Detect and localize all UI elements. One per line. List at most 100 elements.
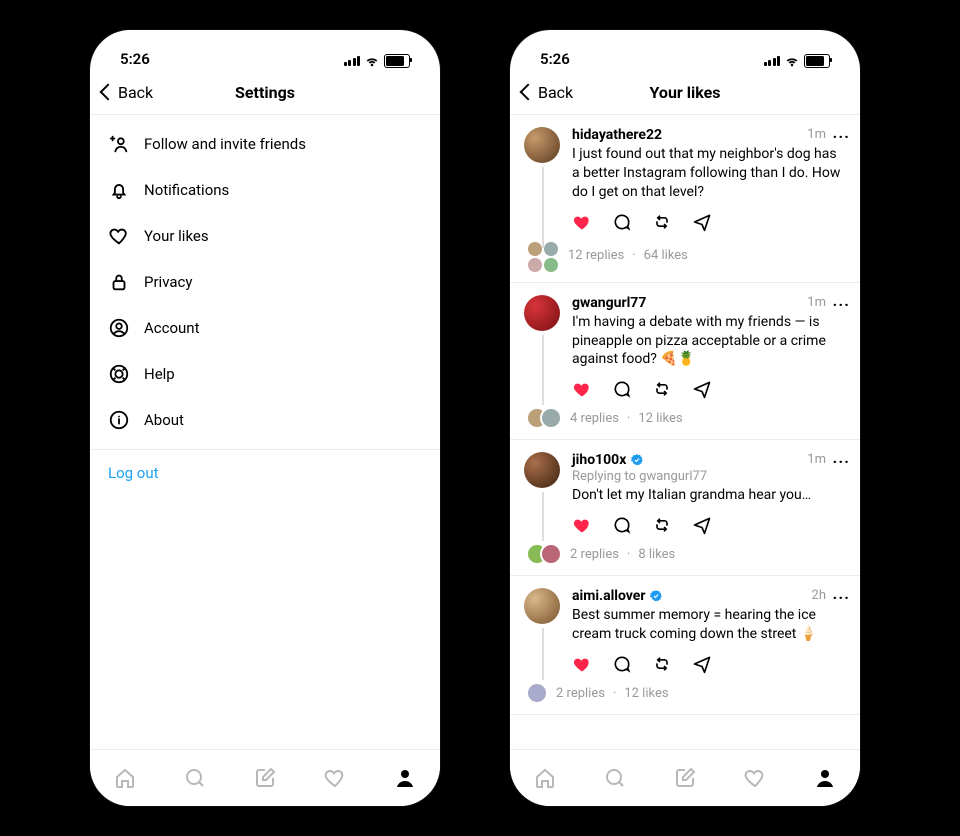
back-label: Back [118, 83, 153, 102]
menu-label: Follow and invite friends [144, 135, 306, 153]
thread-line [542, 628, 544, 680]
post-actions [572, 515, 846, 535]
post[interactable]: jiho100x 1m ··· Replying to gwangurl77 D… [510, 440, 860, 576]
replies-count[interactable]: 2 replies [570, 547, 619, 562]
cellular-icon [764, 56, 781, 66]
tab-search[interactable] [602, 765, 628, 791]
reply-button[interactable] [612, 212, 632, 232]
back-button[interactable]: Back [102, 83, 153, 102]
menu-help[interactable]: Help [90, 351, 440, 397]
post[interactable]: aimi.allover 2h ··· Best summer memory =… [510, 576, 860, 715]
likes-count[interactable]: 12 likes [638, 411, 682, 426]
thread-line [542, 335, 544, 406]
thread-line [542, 492, 544, 541]
chevron-left-icon [520, 84, 537, 101]
tab-compose[interactable] [672, 765, 698, 791]
post-time: 2h [812, 588, 826, 603]
likes-feed: hidayathere22 1m ··· I just found out th… [510, 115, 860, 751]
like-button[interactable] [572, 515, 592, 535]
status-bar: 5:26 [510, 30, 860, 70]
menu-label: Your likes [144, 227, 209, 245]
post-time: 1m [807, 127, 826, 142]
avatar[interactable] [524, 452, 560, 488]
like-button[interactable] [572, 212, 592, 232]
post-meta: 2 replies · 12 likes [572, 682, 846, 704]
menu-label: Notifications [144, 181, 229, 199]
username[interactable]: gwangurl77 [572, 295, 646, 311]
replies-count[interactable]: 12 replies [568, 248, 624, 263]
post[interactable]: hidayathere22 1m ··· I just found out th… [510, 115, 860, 283]
logout-button[interactable]: Log out [90, 449, 440, 496]
post-text: Best summer memory = hearing the ice cre… [572, 606, 846, 644]
verified-badge-icon [630, 453, 644, 467]
repost-button[interactable] [652, 212, 672, 232]
like-button[interactable] [572, 654, 592, 674]
wifi-icon [364, 55, 380, 67]
replies-count[interactable]: 4 replies [570, 411, 619, 426]
menu-label: Privacy [144, 273, 192, 291]
menu-account[interactable]: Account [90, 305, 440, 351]
tab-search[interactable] [182, 765, 208, 791]
repost-button[interactable] [652, 515, 672, 535]
avatar[interactable] [524, 588, 560, 624]
more-options-button[interactable]: ··· [833, 295, 850, 314]
repliers-avatars [526, 543, 562, 565]
replying-to: Replying to gwangurl77 [572, 469, 846, 484]
share-button[interactable] [692, 212, 712, 232]
like-button[interactable] [572, 379, 592, 399]
nav-header: Back Your likes [510, 70, 860, 115]
tab-profile[interactable] [812, 765, 838, 791]
settings-menu: Follow and invite friends Notifications … [90, 115, 440, 496]
cellular-icon [344, 56, 361, 66]
post-time: 1m [807, 295, 826, 310]
post-actions [572, 654, 846, 674]
more-options-button[interactable]: ··· [833, 588, 850, 607]
post-text: I just found out that my neighbor's dog … [572, 145, 846, 202]
battery-icon [384, 54, 410, 68]
avatar[interactable] [524, 127, 560, 163]
post-text: Don't let my Italian grandma hear you… [572, 486, 846, 505]
reply-button[interactable] [612, 379, 632, 399]
repost-button[interactable] [652, 379, 672, 399]
likes-count[interactable]: 8 likes [638, 547, 675, 562]
account-circle-icon [108, 317, 130, 339]
more-options-button[interactable]: ··· [833, 127, 850, 146]
menu-label: Help [144, 365, 175, 383]
back-label: Back [538, 83, 573, 102]
menu-follow-invite[interactable]: Follow and invite friends [90, 121, 440, 167]
post[interactable]: gwangurl77 1m ··· I'm having a debate wi… [510, 283, 860, 441]
menu-notifications[interactable]: Notifications [90, 167, 440, 213]
likes-count[interactable]: 64 likes [644, 248, 688, 263]
username[interactable]: hidayathere22 [572, 127, 662, 143]
post-meta: 4 replies · 12 likes [572, 407, 846, 429]
info-icon [108, 409, 130, 431]
share-button[interactable] [692, 654, 712, 674]
menu-label: About [144, 411, 184, 429]
status-time: 5:26 [120, 50, 150, 68]
repost-button[interactable] [652, 654, 672, 674]
tab-compose[interactable] [252, 765, 278, 791]
more-options-button[interactable]: ··· [833, 452, 850, 471]
tab-home[interactable] [532, 765, 558, 791]
post-text: I'm having a debate with my friends — is… [572, 313, 846, 370]
tab-home[interactable] [112, 765, 138, 791]
replies-count[interactable]: 2 replies [556, 686, 605, 701]
back-button[interactable]: Back [522, 83, 573, 102]
menu-privacy[interactable]: Privacy [90, 259, 440, 305]
username[interactable]: jiho100x [572, 452, 626, 468]
share-button[interactable] [692, 515, 712, 535]
menu-about[interactable]: About [90, 397, 440, 443]
share-button[interactable] [692, 379, 712, 399]
menu-your-likes[interactable]: Your likes [90, 213, 440, 259]
verified-badge-icon [649, 589, 663, 603]
repliers-avatars [526, 682, 548, 704]
tab-profile[interactable] [392, 765, 418, 791]
tab-activity[interactable] [742, 765, 768, 791]
chevron-left-icon [100, 84, 117, 101]
avatar[interactable] [524, 295, 560, 331]
reply-button[interactable] [612, 654, 632, 674]
username[interactable]: aimi.allover [572, 588, 645, 604]
likes-count[interactable]: 12 likes [624, 686, 668, 701]
reply-button[interactable] [612, 515, 632, 535]
tab-activity[interactable] [322, 765, 348, 791]
